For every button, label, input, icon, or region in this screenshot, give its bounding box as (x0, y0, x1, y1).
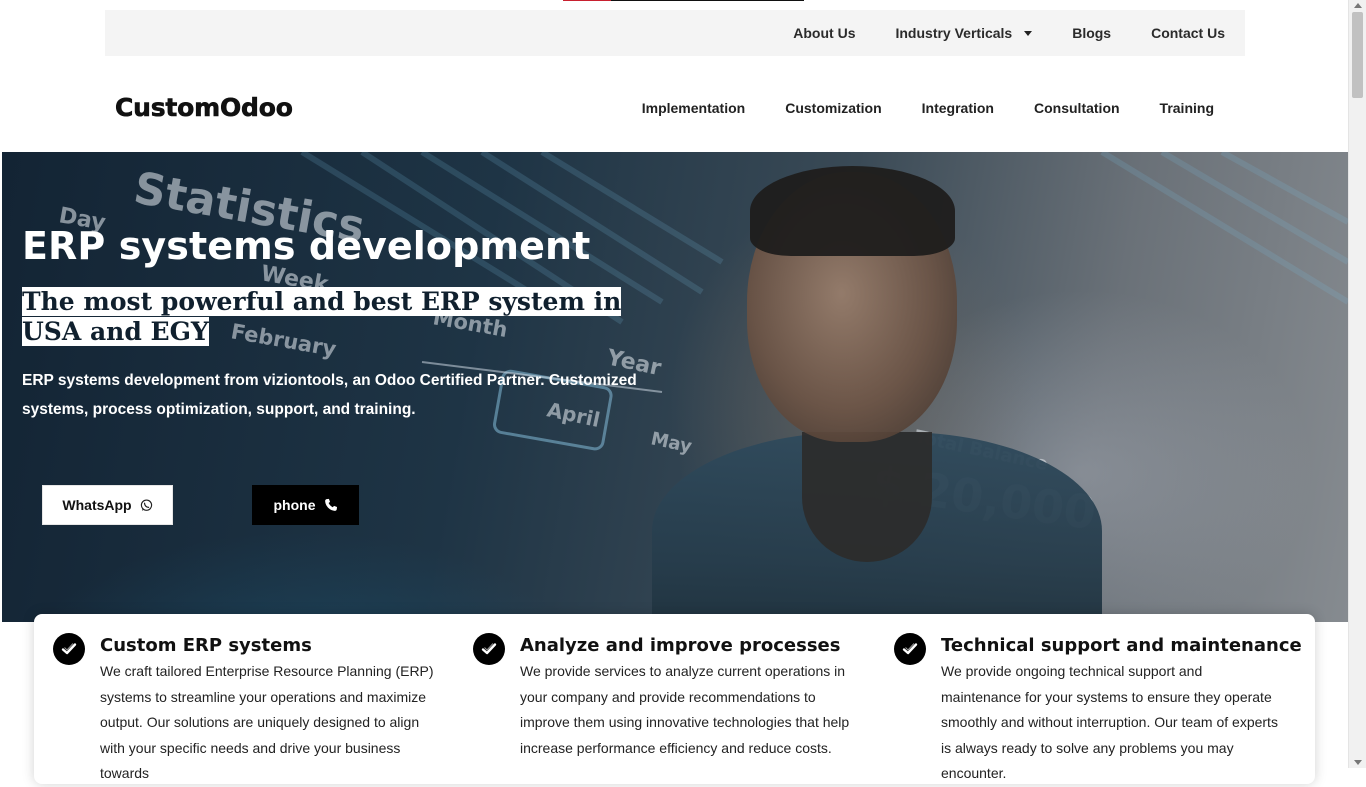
feature-text: We craft tailored Enterprise Resource Pl… (100, 663, 434, 781)
scroll-up-arrow-icon[interactable] (1354, 3, 1362, 8)
feature-text: We provide services to analyze current o… (520, 663, 850, 756)
hero-subtitle-text: The most powerful and best ERP system in… (22, 287, 622, 346)
check-badge-icon (473, 633, 505, 665)
util-link-label: Industry Verticals (895, 25, 1013, 41)
page-load-progress-fill (563, 0, 611, 1)
nav-link-implementation[interactable]: Implementation (622, 100, 765, 116)
page-scrollbar[interactable] (1348, 0, 1366, 768)
site-logo[interactable]: CustomOdoo (115, 93, 294, 123)
nav-link-integration[interactable]: Integration (902, 100, 1014, 116)
phone-icon (324, 498, 337, 511)
scrollbar-thumb[interactable] (1352, 12, 1363, 98)
utility-bar: About Us Industry Verticals Blogs Contac… (105, 10, 1245, 56)
phone-button-label: phone (273, 497, 316, 513)
hero-subtitle: The most powerful and best ERP system in… (22, 287, 652, 347)
feature-text: We provide ongoing technical support and… (941, 663, 1278, 781)
util-link-label: About Us (793, 25, 856, 41)
hero-photo-hair (750, 166, 955, 256)
whatsapp-button-label: WhatsApp (62, 497, 132, 513)
feature-title: Custom ERP systems (100, 635, 312, 656)
main-nav: Implementation Customization Integration… (622, 92, 1234, 124)
whatsapp-button[interactable]: WhatsApp (42, 485, 173, 525)
hero-title: ERP systems development (22, 224, 591, 268)
scroll-down-arrow-icon[interactable] (1354, 760, 1362, 765)
check-badge-icon (53, 633, 85, 665)
util-link-about-us[interactable]: About Us (773, 25, 875, 41)
nav-link-customization[interactable]: Customization (765, 100, 901, 116)
feature-title: Technical support and maintenance (941, 635, 1302, 656)
nav-link-training[interactable]: Training (1140, 100, 1234, 116)
util-link-label: Blogs (1072, 25, 1112, 41)
util-link-blogs[interactable]: Blogs (1052, 25, 1131, 41)
util-link-label: Contact Us (1151, 25, 1225, 41)
hero-photo-collar (802, 432, 932, 562)
util-link-contact-us[interactable]: Contact Us (1131, 25, 1245, 41)
utility-nav: About Us Industry Verticals Blogs Contac… (773, 10, 1245, 56)
nav-link-consultation[interactable]: Consultation (1014, 100, 1140, 116)
phone-button[interactable]: phone (252, 485, 359, 525)
features-card: Custom ERP systems We craft tailored Ent… (34, 614, 1315, 784)
whatsapp-icon (140, 498, 152, 511)
bg-word-may: May (649, 428, 694, 457)
check-badge-icon (894, 633, 926, 665)
caret-down-icon (1024, 30, 1033, 36)
hero-description: ERP systems development from viziontools… (22, 372, 637, 418)
util-link-industry-verticals[interactable]: Industry Verticals (875, 25, 1052, 41)
feature-title: Analyze and improve processes (520, 635, 841, 656)
